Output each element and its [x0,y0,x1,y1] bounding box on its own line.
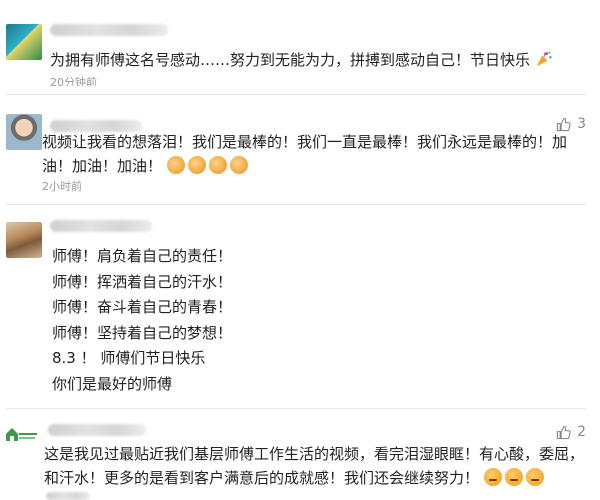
avatar[interactable] [6,114,42,150]
house-logo-icon [6,428,37,441]
divider [6,94,586,95]
comment-item: 3 视频让我看的想落泪！我们是最棒的！我们一直是最棒！我们永远是最棒的！加油！加… [0,106,600,206]
comment-time [46,492,90,500]
user-name[interactable] [50,220,152,232]
divider [6,204,586,205]
comment-line: 你们是最好的师傅 [52,374,173,393]
avatar[interactable] [6,24,42,60]
angry-face-emoji-icon [504,468,523,486]
comment-time: 20分钟前 [50,76,97,86]
fist-emoji-icon [166,156,185,174]
comment-feed: 为拥有师傅这名号感动……努力到无能为力，拼搏到感动自己！节日快乐 20分钟前 3… [0,0,600,500]
like-button[interactable]: 2 [556,424,586,440]
party-popper-icon [536,51,552,67]
comment-line: 师傅！奋斗着自己的青春！ [52,298,233,316]
comment-line: 师傅！肩负着自己的责任！ [52,247,233,265]
comment-text: 视频让我看的想落泪！我们是最棒的！我们一直是最棒！我们永远是最棒的！加油！加油！… [42,133,568,175]
fist-emoji-icon [229,156,248,174]
comment-text: 这是我见过最贴近我们基层师傅工作生活的视频，看完泪湿眼眶！有心酸，委屈，和汗水！… [44,445,585,487]
comment-time: 2小时前 [42,180,82,193]
angry-face-emoji-icon [483,468,502,486]
user-name[interactable] [50,24,168,36]
comment-item: 2 这是我见过最贴近我们基层师傅工作生活的视频，看完泪湿眼眶！有心酸，委屈，和汗… [0,414,600,500]
user-name[interactable] [48,424,146,436]
like-count: 2 [577,424,586,440]
comment-item: 为拥有师傅这名号感动……努力到无能为力，拼搏到感动自己！节日快乐 20分钟前 [0,0,600,92]
angry-face-emoji-icon [525,468,544,486]
fist-emoji-icon [187,156,206,174]
avatar[interactable] [6,222,42,258]
divider [6,408,586,409]
thumbs-up-icon [556,425,571,439]
comment-line: 师傅！坚持着自己的梦想！ [52,323,233,342]
comment-item: 师傅！肩负着自己的责任！ 师傅！挥洒着自己的汗水！ 师傅！奋斗着自己的青春！ 师… [0,212,600,402]
fist-emoji-icon [208,156,227,174]
avatar[interactable] [4,424,38,444]
comment-text: 师傅！肩负着自己的责任！ 师傅！挥洒着自己的汗水！ 师傅！奋斗着自己的青春！ 师… [52,244,232,397]
comment-line: 8.3 ！ 师傅们节日快乐 [52,349,206,367]
comment-line: 师傅！挥洒着自己的汗水！ [52,272,233,291]
comment-text: 为拥有师傅这名号感动……努力到无能为力，拼搏到感动自己！节日快乐 [50,48,590,72]
